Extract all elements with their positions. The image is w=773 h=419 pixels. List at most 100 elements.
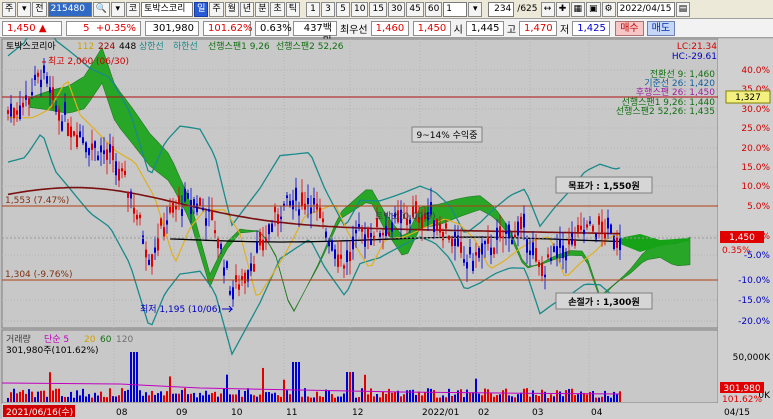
- candle-body: [478, 248, 480, 258]
- volume-bar: [526, 388, 528, 402]
- volume-bar: [271, 393, 273, 402]
- scroll-arrows-icon[interactable]: ↔: [540, 1, 555, 17]
- profit-note[interactable]: 9~14% 수익중: [417, 129, 478, 141]
- period-day-button[interactable]: 일: [194, 1, 209, 17]
- chart-area[interactable]: 40.0%35.0%30.0%25.0%20.0%15.0%10.0%5.0%0…: [0, 10, 773, 419]
- minute-45-button[interactable]: 45: [406, 1, 424, 17]
- candle-body: [307, 198, 309, 205]
- date-input[interactable]: 2022/04/15: [616, 1, 675, 17]
- candle-body: [232, 287, 234, 300]
- candle-body: [133, 207, 135, 214]
- stock-code-input[interactable]: 215480: [47, 1, 92, 17]
- candle-body: [97, 155, 99, 161]
- x-tick-label: 11: [286, 408, 297, 418]
- candle-body: [616, 237, 618, 248]
- code-button[interactable]: 코: [125, 1, 141, 17]
- market-select[interactable]: 주: [2, 1, 17, 17]
- volume-bar: [175, 393, 177, 402]
- low-annotation[interactable]: 최저 1,195 (10/06): [140, 304, 221, 315]
- candle-body: [187, 193, 189, 199]
- volume-bar: [277, 395, 279, 402]
- volume-bar: [412, 389, 414, 402]
- unit-dropdown-icon[interactable]: ▾: [468, 1, 483, 17]
- volume-bar: [382, 391, 384, 402]
- volume-bar: [238, 389, 240, 402]
- volume-bar: [232, 394, 234, 402]
- sell-button[interactable]: 매도: [646, 20, 676, 36]
- candle-body: [256, 241, 258, 253]
- candle-body: [595, 233, 597, 240]
- volume-bar: [499, 394, 501, 402]
- candle-body: [439, 223, 441, 233]
- volume-bar: [280, 396, 282, 402]
- period-week-button[interactable]: 주: [209, 1, 224, 17]
- target-price-note[interactable]: 목표가 : 1,550원: [568, 180, 639, 192]
- calendar-icon[interactable]: ▤: [675, 1, 691, 17]
- price-tag-value: 1,327: [735, 93, 761, 103]
- x-tick-label: 08: [116, 408, 128, 418]
- period-minute-button[interactable]: 분: [255, 1, 270, 17]
- count-input[interactable]: 234: [488, 1, 515, 17]
- volume-bar: [322, 396, 324, 402]
- volume-bar: [577, 394, 579, 402]
- best-quote-label: 최우선: [340, 24, 368, 36]
- volume-bar: [616, 394, 618, 402]
- candle-body: [76, 134, 78, 148]
- volume-bar: [58, 388, 60, 402]
- volume-bar: [421, 395, 423, 402]
- period-month-button[interactable]: 월: [224, 1, 239, 17]
- volume-bar: [502, 390, 504, 402]
- volume-bar: [469, 392, 471, 402]
- search-icon[interactable]: 🔍: [92, 1, 110, 17]
- buy-button[interactable]: 매수: [615, 20, 644, 36]
- unit-input[interactable]: 1: [443, 1, 468, 17]
- minute-5-button[interactable]: 5: [336, 1, 351, 17]
- candle-body: [112, 146, 114, 161]
- y-tick-label: -10.0%: [738, 276, 770, 286]
- type-select[interactable]: 전: [32, 1, 47, 17]
- volume-bar: [229, 394, 231, 402]
- volume-bar: [79, 395, 81, 402]
- volume-bar: [193, 392, 195, 402]
- candle-body: [388, 232, 390, 236]
- period-tick-button[interactable]: 틱: [285, 1, 301, 17]
- volume-bar: [274, 392, 276, 402]
- candle-body: [445, 223, 447, 229]
- volume-bar: [604, 390, 606, 402]
- candle-body: [166, 220, 168, 225]
- stop-price-note[interactable]: 손절가 : 1,300원: [568, 296, 639, 308]
- minute-10-button[interactable]: 10: [351, 1, 369, 17]
- volume-bar: [103, 396, 105, 402]
- x-tick-label: 02: [478, 408, 489, 418]
- candle-body: [88, 147, 90, 156]
- crosshair-icon[interactable]: ✚: [555, 1, 570, 17]
- chevron-down-icon[interactable]: ▾: [110, 1, 125, 17]
- volume-bar: [244, 390, 246, 402]
- x-tick-label: 10: [231, 408, 243, 418]
- minute-15-button[interactable]: 15: [369, 1, 387, 17]
- dropdown-icon[interactable]: ▾: [17, 1, 32, 17]
- minute-60-button[interactable]: 60: [424, 1, 443, 17]
- gear-icon[interactable]: ⚙: [601, 1, 616, 17]
- volume-bar: [184, 388, 186, 402]
- grid-icon[interactable]: ▦: [570, 1, 586, 17]
- candle-body: [46, 76, 48, 84]
- volume-bar: [592, 391, 594, 402]
- candle-body: [556, 246, 558, 259]
- volume-bar: [199, 392, 201, 402]
- price-chart[interactable]: 40.0%35.0%30.0%25.0%20.0%15.0%10.0%5.0%0…: [0, 10, 773, 419]
- volume-bar: [379, 397, 381, 402]
- high-annotation[interactable]: 최고 2,060 (06/30): [48, 56, 129, 67]
- volume-bar: [100, 391, 102, 402]
- candle-body: [190, 200, 192, 215]
- volume-bar: [523, 388, 525, 402]
- period-second-button[interactable]: 초: [270, 1, 285, 17]
- legend-span-1: 선행스팬1 9,26: [208, 40, 270, 52]
- minute-1-button[interactable]: 1: [306, 1, 321, 17]
- candle-body: [157, 237, 159, 251]
- save-icon[interactable]: ▣: [586, 1, 601, 17]
- candle-body: [199, 198, 201, 207]
- minute-3-button[interactable]: 3: [321, 1, 336, 17]
- period-year-button[interactable]: 년: [239, 1, 255, 17]
- minute-30-button[interactable]: 30: [387, 1, 406, 17]
